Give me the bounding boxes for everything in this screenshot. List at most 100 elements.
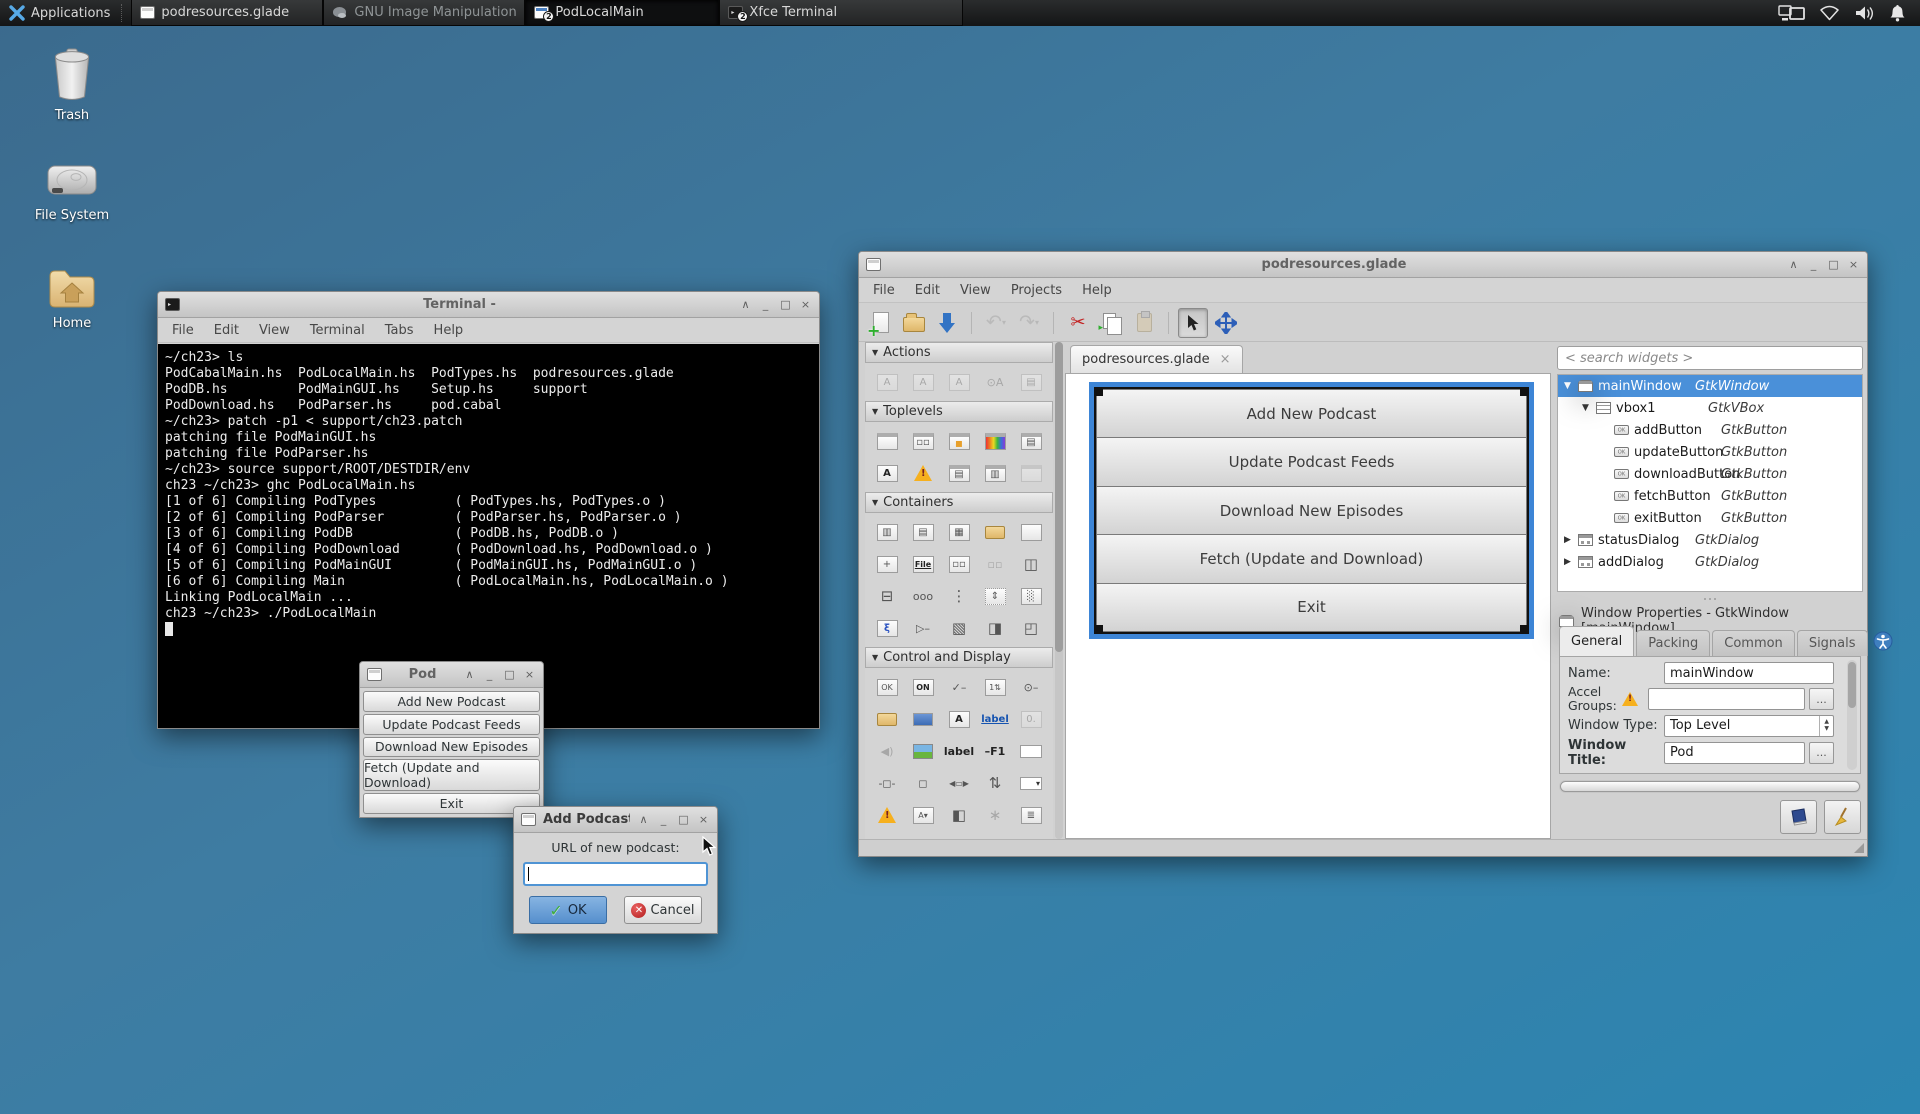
- tree-row-vbox1[interactable]: ▼vbox1GtkVBox: [1558, 397, 1862, 419]
- palette-item-button-box[interactable]: ooo: [905, 580, 941, 612]
- palette-item-about-dialog[interactable]: ▪: [941, 425, 977, 457]
- terminal-titlebar[interactable]: Terminal - ∧_□×: [158, 292, 819, 318]
- terminal-menu-file[interactable]: File: [162, 323, 204, 338]
- palette-item-combo-box-entry[interactable]: A▾: [905, 799, 941, 831]
- glade-menu-view[interactable]: View: [950, 283, 1001, 298]
- taskbar-button-xfce-terminal[interactable]: 2Xfce Terminal: [719, 0, 963, 26]
- tree-row-fetchButton[interactable]: fetchButtonGtkButton: [1558, 485, 1862, 507]
- spinner-arrows-icon[interactable]: ▲▼: [1819, 716, 1833, 736]
- maximize-button[interactable]: □: [503, 669, 516, 680]
- palette-item-toggle-action[interactable]: A: [905, 366, 941, 398]
- podcast-url-input[interactable]: [523, 862, 708, 886]
- pod-titlebar[interactable]: Pod ∧_□×: [360, 662, 543, 688]
- taskbar-button-podresources-glade[interactable]: podresources.glade: [131, 0, 323, 26]
- desktop-icon-trash[interactable]: Trash: [26, 48, 118, 123]
- canvas-button-update-podcast-feeds[interactable]: Update Podcast Feeds: [1096, 437, 1527, 486]
- palette-item-frame[interactable]: [1013, 516, 1049, 548]
- palette-item-hbutton-box[interactable]: ▫▫: [941, 548, 977, 580]
- window-type-select[interactable]: Top Level ▲▼: [1664, 715, 1834, 737]
- shade-button[interactable]: ∧: [637, 814, 650, 825]
- canvas-button-add-new-podcast[interactable]: Add New Podcast: [1096, 389, 1527, 438]
- tree-row-addButton[interactable]: addButtonGtkButton: [1558, 419, 1862, 441]
- palette-item-spinner[interactable]: ∗: [977, 799, 1013, 831]
- palette-item-table[interactable]: ▦: [941, 516, 977, 548]
- palette-item-property-dialog[interactable]: ▤: [941, 457, 977, 489]
- palette-item-tree-view[interactable]: ▤: [941, 831, 977, 839]
- undo-button[interactable]: ↶▾: [981, 308, 1011, 338]
- palette-item-image-widget[interactable]: [905, 735, 941, 767]
- properties-scrollbar[interactable]: [1847, 660, 1857, 770]
- tree-row-addDialog[interactable]: ▶addDialogGtkDialog: [1558, 551, 1862, 573]
- shade-button[interactable]: ∧: [739, 299, 752, 310]
- minimize-button[interactable]: _: [483, 669, 496, 680]
- applications-menu-button[interactable]: Applications: [0, 0, 119, 26]
- palette-item-window[interactable]: [869, 425, 905, 457]
- properties-tab-signals[interactable]: Signals: [1797, 630, 1868, 656]
- palette-item-spin-button[interactable]: 1⇅: [977, 671, 1013, 703]
- palette-item-label-widget[interactable]: label: [941, 735, 977, 767]
- accel-groups-field[interactable]: [1648, 688, 1805, 710]
- ok-button[interactable]: ✓ OK: [529, 896, 607, 924]
- palette-item-handle-box[interactable]: ξ: [869, 612, 905, 644]
- new-project-button[interactable]: [866, 308, 896, 338]
- palette-item-viewport[interactable]: ░: [1013, 580, 1049, 612]
- palette-item-menu-bar[interactable]: ▫▫: [977, 548, 1013, 580]
- palette-item-fixed[interactable]: +: [869, 548, 905, 580]
- palette-item-toggle-button[interactable]: ON: [905, 671, 941, 703]
- palette-item-hpaned[interactable]: ◫: [1013, 548, 1049, 580]
- terminal-menu-view[interactable]: View: [249, 323, 300, 338]
- palette-item-accel-label[interactable]: –F1: [977, 735, 1013, 767]
- expander-open-icon[interactable]: ▼: [1562, 381, 1573, 391]
- shade-button[interactable]: ∧: [1787, 259, 1800, 270]
- cut-button[interactable]: ✂: [1063, 308, 1093, 338]
- palette-section-toplevels[interactable]: ▼Toplevels: [865, 401, 1053, 422]
- palette-item-vpaned[interactable]: ⊟: [869, 580, 905, 612]
- cleanup-button[interactable]: [1824, 800, 1861, 834]
- selected-window-widget[interactable]: Add New PodcastUpdate Podcast FeedsDownl…: [1089, 382, 1534, 639]
- terminal-menu-edit[interactable]: Edit: [204, 323, 249, 338]
- terminal-menu-terminal[interactable]: Terminal: [300, 323, 375, 338]
- canvas-button-download-new-episodes[interactable]: Download New Episodes: [1096, 486, 1527, 535]
- palette-item-message-dialog[interactable]: [905, 457, 941, 489]
- palette-section-control-and-display[interactable]: ▼Control and Display: [865, 647, 1053, 668]
- pod-button-download-new-episodes[interactable]: Download New Episodes: [363, 737, 540, 758]
- selection-handle[interactable]: [1094, 387, 1103, 396]
- tree-row-mainWindow[interactable]: ▼mainWindowGtkWindow: [1558, 375, 1862, 397]
- palette-item-vscrollbar[interactable]: ⇅: [977, 767, 1013, 799]
- properties-hscrollbar[interactable]: [1559, 780, 1861, 793]
- palette-item-check-button[interactable]: ✓–: [941, 671, 977, 703]
- canvas-button-exit[interactable]: Exit: [1096, 583, 1527, 632]
- name-field[interactable]: mainWindow: [1664, 662, 1834, 684]
- palette-item-notebook[interactable]: [977, 516, 1013, 548]
- expander-closed-icon[interactable]: ▶: [1562, 557, 1573, 567]
- palette-item-font-selection-dialog[interactable]: A: [869, 457, 905, 489]
- selector-button[interactable]: [1178, 308, 1208, 338]
- palette-item-recent-action[interactable]: ⊙A: [977, 366, 1013, 398]
- palette-item-statusbar[interactable]: ▭: [869, 831, 905, 839]
- palette-item-scrolled-window[interactable]: ⇕: [977, 580, 1013, 612]
- palette-item-vbutton-box[interactable]: ⋮: [941, 580, 977, 612]
- palette-item-color-button[interactable]: [905, 703, 941, 735]
- palette-item-hscrollbar[interactable]: ◀▭▶: [941, 767, 977, 799]
- close-button[interactable]: ×: [799, 299, 812, 310]
- tree-row-exitButton[interactable]: exitButtonGtkButton: [1558, 507, 1862, 529]
- window-title-more-button[interactable]: ...: [1809, 742, 1834, 764]
- palette-item-file-chooser-widget[interactable]: File: [905, 548, 941, 580]
- palette-section-actions[interactable]: ▼Actions: [865, 342, 1053, 363]
- maximize-button[interactable]: □: [677, 814, 690, 825]
- palette-section-containers[interactable]: ▼Containers: [865, 492, 1053, 513]
- tree-row-statusDialog[interactable]: ▶statusDialogGtkDialog: [1558, 529, 1862, 551]
- palette-item-vscale[interactable]: ◻: [905, 767, 941, 799]
- close-button[interactable]: ×: [523, 669, 536, 680]
- selection-handle[interactable]: [1520, 625, 1529, 634]
- glade-titlebar[interactable]: podresources.glade ∧_□×: [859, 252, 1867, 278]
- palette-scrollbar[interactable]: [1055, 342, 1063, 839]
- glade-menu-help[interactable]: Help: [1072, 283, 1122, 298]
- palette-item-toolpalette[interactable]: ◨: [977, 612, 1013, 644]
- close-button[interactable]: ×: [697, 814, 710, 825]
- pod-button-add-new-podcast[interactable]: Add New Podcast: [363, 691, 540, 712]
- palette-item-scale-button[interactable]: 0.: [1013, 703, 1049, 735]
- accessibility-tab[interactable]: [1873, 631, 1893, 651]
- tab-close-icon[interactable]: ×: [1220, 352, 1231, 367]
- selection-handle[interactable]: [1520, 387, 1529, 396]
